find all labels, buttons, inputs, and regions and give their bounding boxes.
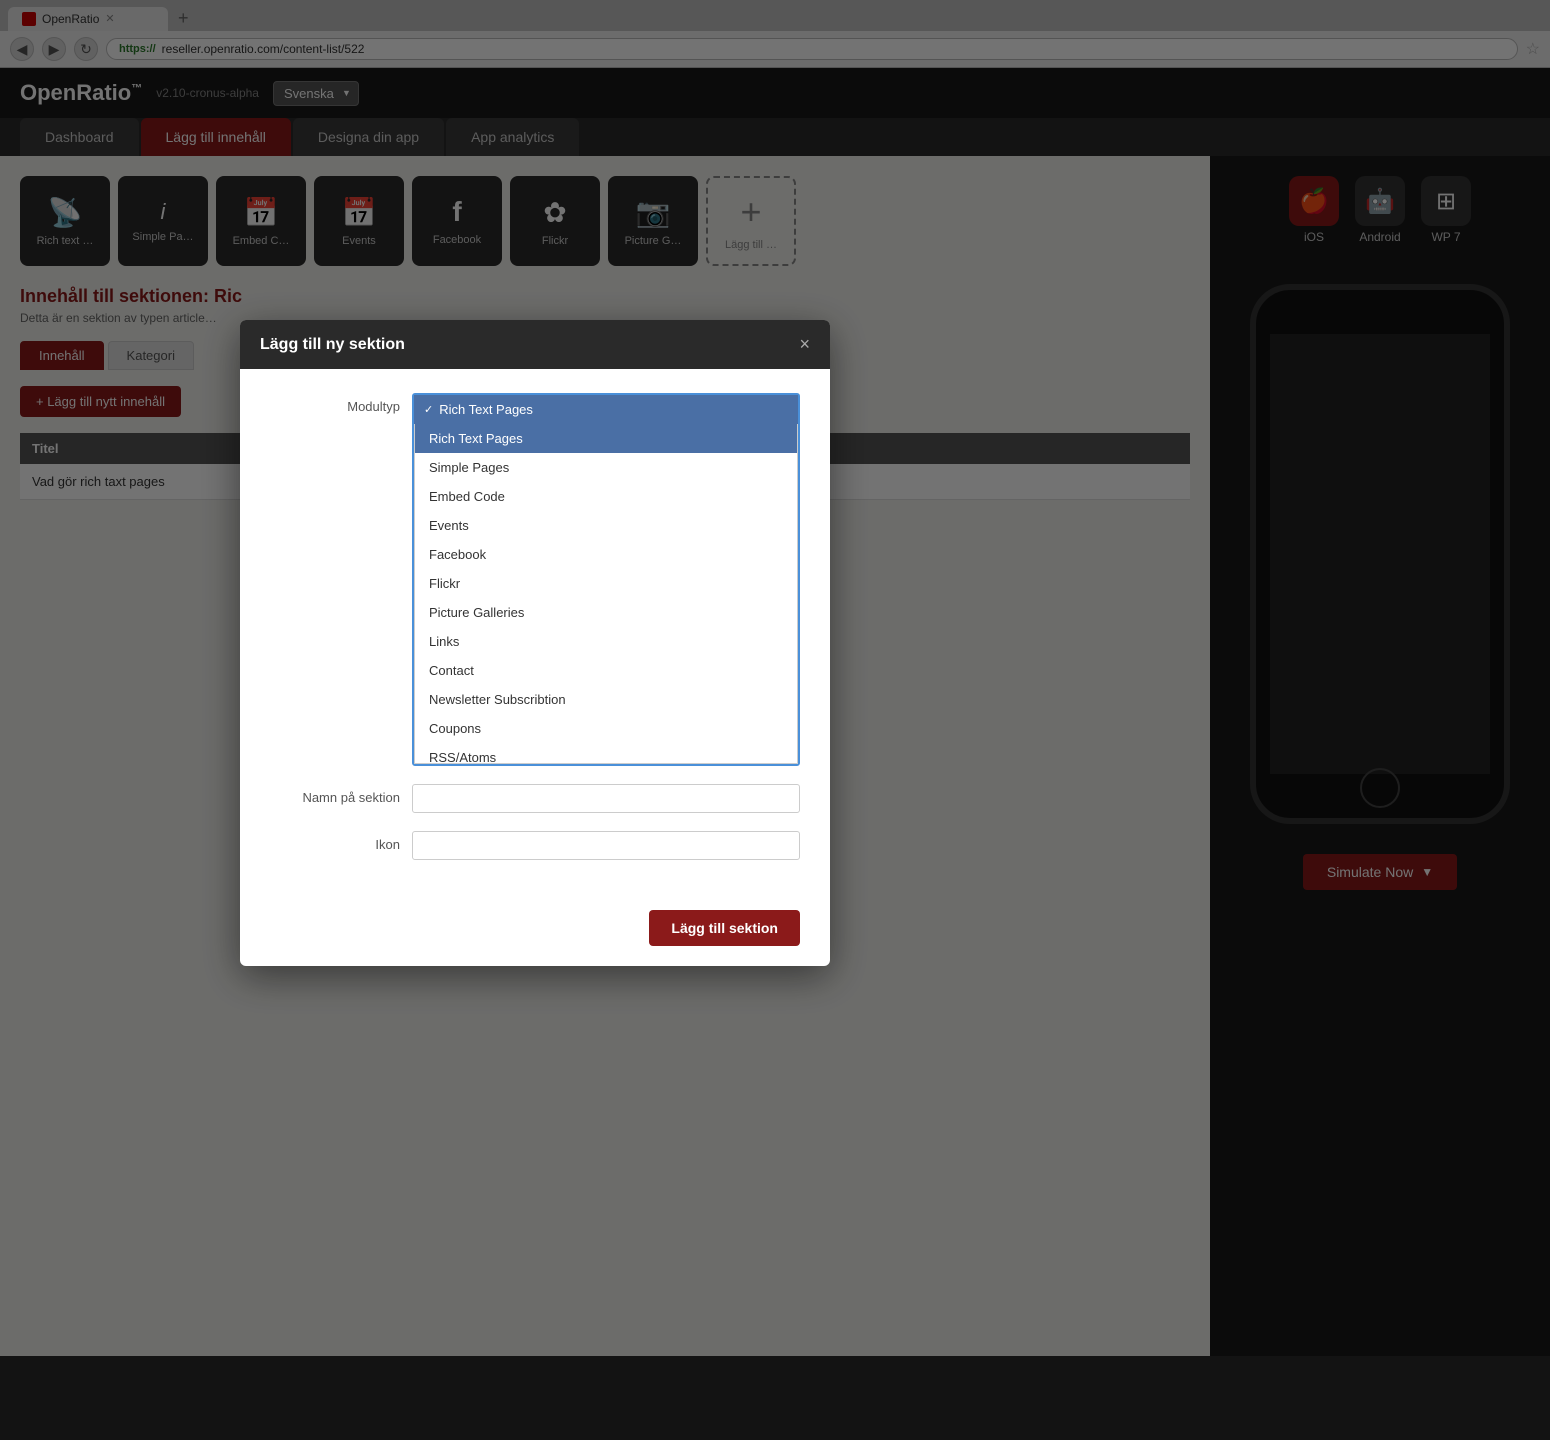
dropdown-item-coupons[interactable]: Coupons xyxy=(415,714,797,743)
dropdown-item-links[interactable]: Links xyxy=(415,627,797,656)
selected-option-text: Rich Text Pages xyxy=(439,402,533,417)
namn-row: Namn på sektion xyxy=(270,784,800,813)
dropdown-item-newsletter[interactable]: Newsletter Subscribtion xyxy=(415,685,797,714)
modal-overlay: Lägg till ny sektion × Modultyp ✓ Rich T… xyxy=(0,0,1550,1440)
dropdown-item-rss-atoms[interactable]: RSS/Atoms xyxy=(415,743,797,764)
namn-input[interactable] xyxy=(412,784,800,813)
dropdown-item-contact[interactable]: Contact xyxy=(415,656,797,685)
dropdown-item-rich-text-pages[interactable]: Rich Text Pages xyxy=(415,424,797,453)
modal-title: Lägg till ny sektion xyxy=(260,336,405,354)
namn-label: Namn på sektion xyxy=(270,784,400,805)
ikon-row: Ikon xyxy=(270,831,800,860)
dropdown-item-events[interactable]: Events xyxy=(415,511,797,540)
modal-close-button[interactable]: × xyxy=(799,334,810,355)
ikon-label: Ikon xyxy=(270,831,400,852)
modultyp-dropdown[interactable]: ✓ Rich Text Pages Rich Text Pages Simple… xyxy=(412,393,800,766)
dropdown-list[interactable]: Rich Text Pages Simple Pages Embed Code … xyxy=(414,424,798,764)
modal-body: Modultyp ✓ Rich Text Pages Rich Text Pag… xyxy=(240,369,830,898)
dropdown-item-flickr[interactable]: Flickr xyxy=(415,569,797,598)
modal-header: Lägg till ny sektion × xyxy=(240,320,830,369)
dropdown-item-facebook[interactable]: Facebook xyxy=(415,540,797,569)
dropdown-item-simple-pages[interactable]: Simple Pages xyxy=(415,453,797,482)
dropdown-display: ✓ Rich Text Pages Rich Text Pages Simple… xyxy=(412,393,800,766)
modal-footer: Lägg till sektion xyxy=(240,898,830,966)
dropdown-item-embed-code[interactable]: Embed Code xyxy=(415,482,797,511)
dropdown-item-picture-galleries[interactable]: Picture Galleries xyxy=(415,598,797,627)
modal-dialog: Lägg till ny sektion × Modultyp ✓ Rich T… xyxy=(240,320,830,966)
modultyp-row: Modultyp ✓ Rich Text Pages Rich Text Pag… xyxy=(270,393,800,766)
lagg-till-sektion-button[interactable]: Lägg till sektion xyxy=(649,910,800,946)
dropdown-selected-item: ✓ Rich Text Pages xyxy=(414,395,798,424)
check-icon: ✓ xyxy=(424,403,433,416)
ikon-input[interactable] xyxy=(412,831,800,860)
ikon-input-wrapper xyxy=(412,831,800,860)
modultyp-label: Modultyp xyxy=(270,393,400,414)
namn-input-wrapper xyxy=(412,784,800,813)
